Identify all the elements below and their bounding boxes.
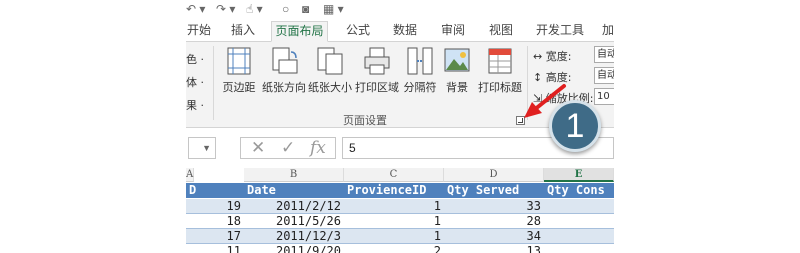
step-number-badge: 1 [549, 100, 601, 152]
excel-window: ↶ ▾ ↷ ▾ ☝ ▾ ○ ◙ ▦ ▾ 开始 插入 页面布局 公式 数据 审阅 … [186, 0, 614, 253]
